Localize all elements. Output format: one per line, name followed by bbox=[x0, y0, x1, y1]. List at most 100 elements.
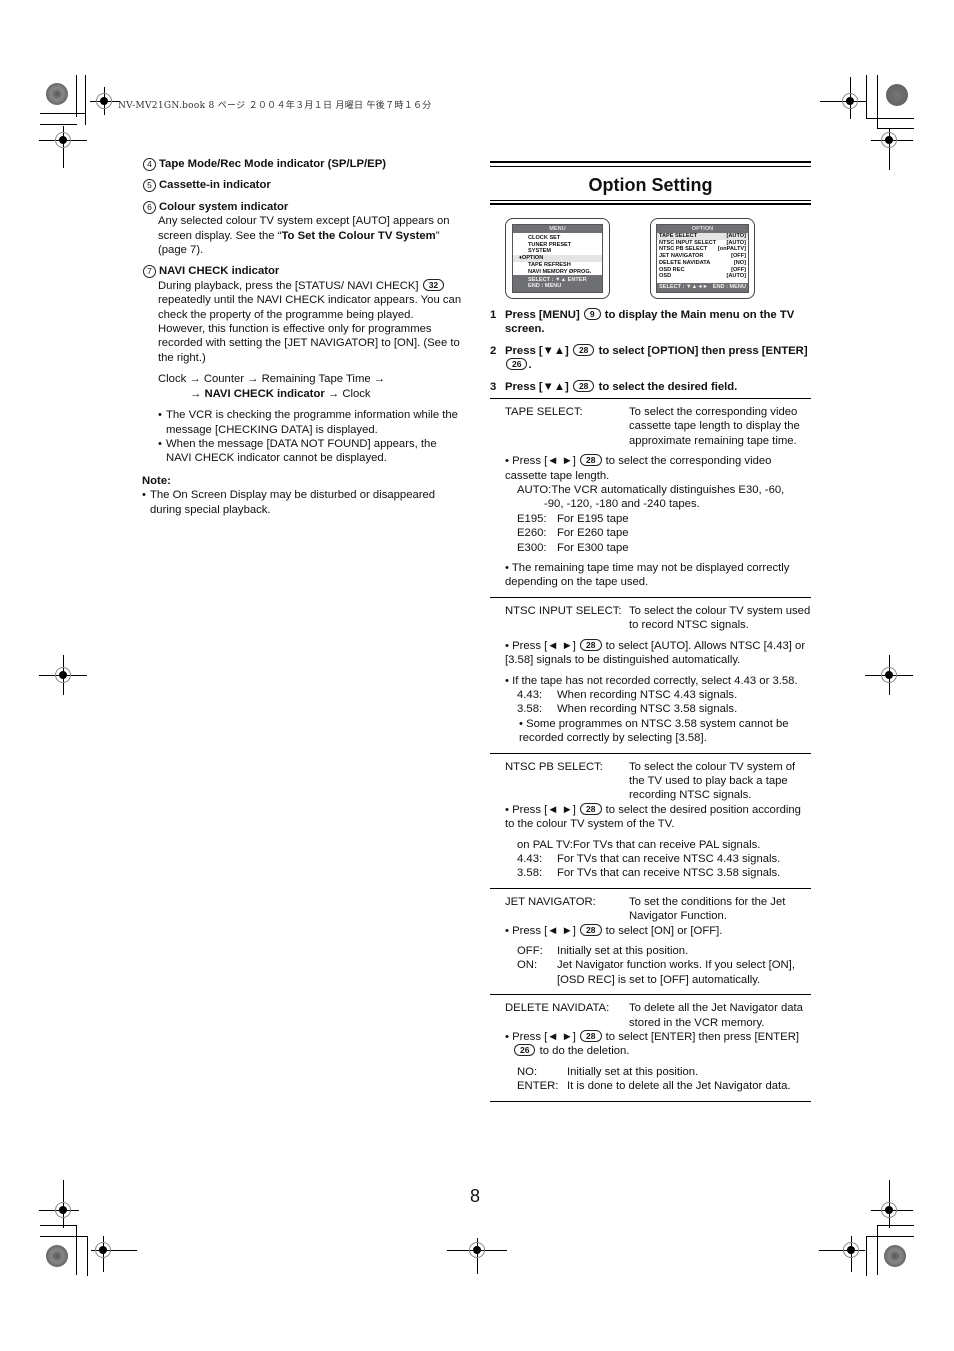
crop-mark bbox=[76, 75, 77, 117]
item-number: 4 bbox=[143, 157, 156, 171]
option-value: on PAL TV:For TVs that can receive PAL s… bbox=[517, 838, 761, 851]
item-number: 6 bbox=[143, 200, 156, 214]
indicator-item: 5 Cassette-in indicator bbox=[143, 178, 463, 193]
step-item: 1 Press [MENU] 9 to display the Main menu… bbox=[490, 308, 811, 337]
crop-mark bbox=[85, 75, 86, 125]
color-disc-icon bbox=[884, 1245, 906, 1267]
menu-item: TAPE REFRESH bbox=[528, 261, 571, 268]
button-ref-badge: 28 bbox=[572, 343, 595, 356]
option-row: OSD [AUTO] bbox=[659, 273, 746, 280]
crop-mark bbox=[877, 128, 914, 129]
menu-item: SYSTEM bbox=[528, 248, 552, 255]
option-value: 4.43: For TVs that can receive NTSC 4.43 … bbox=[517, 852, 781, 865]
section-ntsc-input-select: NTSC INPUT SELECT: To select the colour T… bbox=[490, 596, 811, 753]
option-value: AUTO:The VCR automatically distinguishes… bbox=[517, 484, 785, 497]
color-disc-icon bbox=[886, 84, 908, 106]
cross-reference-link[interactable]: To Set the Colour TV System bbox=[282, 230, 436, 242]
option-value: NO: Initially set at this position. bbox=[517, 1065, 699, 1078]
bullet-text: The VCR is checking the programme inform… bbox=[166, 409, 458, 436]
crop-mark bbox=[866, 1236, 867, 1276]
step-item: 2 Press [▼▲] 28 to select [OPTION] then p… bbox=[490, 343, 811, 373]
option-value: 3.58: For TVs that can receive NTSC 3.58 … bbox=[517, 867, 781, 880]
bullet-item: • When the message [DATA NOT FOUND] appea… bbox=[158, 437, 463, 466]
option-value: 3.58: When recording NTSC 3.58 signals. bbox=[517, 703, 738, 716]
sequence-highlight: NAVI CHECK indicator bbox=[204, 387, 325, 400]
option-row: JET NAVIGATOR [OFF] bbox=[659, 253, 746, 260]
option-value: E300: For E300 tape bbox=[517, 541, 629, 554]
press-instruction: • Press [◄ ►] 28 to select the desired p… bbox=[505, 802, 811, 832]
crop-mark bbox=[866, 118, 914, 119]
item-title: NAVI CHECK indicator bbox=[159, 265, 280, 278]
button-ref-badge: 26 bbox=[506, 358, 528, 371]
left-column: 4 Tape Mode/Rec Mode indicator (SP/LP/EP)… bbox=[142, 157, 463, 517]
option-row: NTSC PB SELECT [onPALTV] bbox=[659, 246, 746, 253]
crop-mark bbox=[877, 1225, 878, 1275]
screen-title: OPTION bbox=[657, 225, 748, 233]
option-term: NTSC PB SELECT: bbox=[505, 760, 603, 773]
button-ref-badge: 26 bbox=[514, 1044, 536, 1057]
sequence-line: Clock → Counter → Remaining Tape Time → bbox=[158, 373, 386, 386]
body-text: repeatedly until the NAVI CHECK indicato… bbox=[158, 294, 462, 364]
option-value: 4.43: When recording NTSC 4.43 signals. bbox=[517, 688, 738, 701]
tv-option-screen: OPTION TAPE SELECT [AUTO] NTSC INPUT SELE… bbox=[650, 218, 755, 299]
press-instruction: • Press [◄ ►] 28 to select the correspon… bbox=[505, 454, 811, 483]
item-title: Colour system indicator bbox=[159, 200, 289, 213]
crop-mark bbox=[877, 75, 878, 129]
screen-footer: END : MENU bbox=[528, 283, 562, 290]
indicator-item: 6 Colour system indicator Any selected co… bbox=[143, 200, 463, 258]
button-ref-badge: 9 bbox=[583, 308, 601, 320]
button-ref-badge: 28 bbox=[580, 638, 602, 651]
press-text: • Press [◄ ►] bbox=[505, 455, 576, 468]
display-sequence: Clock → Counter → Remaining Tape Time → … bbox=[143, 372, 463, 401]
crop-mark bbox=[877, 1225, 914, 1226]
step-number: 3 bbox=[490, 380, 497, 393]
step-text: Press [▼▲] bbox=[505, 344, 569, 357]
step-text: . bbox=[528, 359, 532, 372]
option-desc: To select the colour TV system of the TV… bbox=[629, 760, 796, 802]
step-number: 1 bbox=[490, 309, 497, 321]
option-term: TAPE SELECT: bbox=[505, 406, 583, 418]
item-body: Any selected colour TV system except [AU… bbox=[143, 214, 463, 257]
option-value: E195: For E195 tape bbox=[517, 512, 629, 525]
screen-footer: SELECT : ▼▲ ENTER bbox=[528, 276, 587, 283]
crop-mark bbox=[40, 1236, 88, 1237]
arrow: → bbox=[190, 387, 205, 400]
menu-item: TUNER PRESET bbox=[528, 241, 572, 248]
button-ref-badge: 28 bbox=[580, 1030, 602, 1043]
bullet-item: • The VCR is checking the programme infor… bbox=[158, 408, 463, 437]
tv-menu-screen: MENU CLOCK SET TUNER PRESET SYSTEM ♦OPTI… bbox=[505, 218, 610, 299]
bullet-list: • The VCR is checking the programme infor… bbox=[143, 408, 463, 466]
indicator-item: 7 NAVI CHECK indicator During playback, p… bbox=[143, 264, 463, 465]
option-note: • The remaining tape time may not be dis… bbox=[505, 562, 790, 589]
body-text: During playback, press the [STATUS/ NAVI… bbox=[158, 279, 419, 292]
press-text: • Press [◄ ►] bbox=[505, 803, 576, 816]
menu-item: CLOCK SET bbox=[528, 235, 561, 241]
option-row: TAPE SELECT [AUTO] bbox=[657, 233, 748, 240]
press-text: to do the deletion. bbox=[539, 1045, 630, 1058]
menu-item-selected: ♦OPTION bbox=[513, 255, 602, 262]
crop-mark bbox=[40, 113, 86, 114]
step-text: to select the desired field. bbox=[598, 380, 738, 393]
option-desc: To select the corresponding video casset… bbox=[629, 406, 800, 447]
option-value: OFF: Initially set at this position. bbox=[517, 945, 689, 957]
press-instruction: • Press [◄ ►] 28 to select [ENTER] then … bbox=[505, 1030, 811, 1059]
option-note: • Some programmes on NTSC 3.58 system ca… bbox=[519, 717, 789, 745]
press-text: • Press [◄ ►] bbox=[505, 924, 576, 937]
crop-mark bbox=[40, 124, 77, 125]
screen-title: MENU bbox=[513, 225, 602, 233]
option-value: -90, -120, -180 and -240 tapes. bbox=[544, 498, 700, 511]
step-text: to select [OPTION] then press [ENTER] bbox=[598, 344, 808, 357]
option-value: ENTER: It is done to delete all the Jet N… bbox=[517, 1080, 791, 1093]
step-list: 1 Press [MENU] 9 to display the Main menu… bbox=[490, 308, 811, 401]
option-term: NTSC INPUT SELECT: bbox=[505, 604, 622, 617]
item-number: 5 bbox=[143, 179, 156, 193]
crop-mark bbox=[87, 1236, 88, 1276]
option-term: DELETE NAVIDATA: bbox=[505, 1002, 610, 1015]
item-title: Cassette-in indicator bbox=[159, 179, 271, 192]
press-text: • Press [◄ ►] bbox=[505, 1031, 576, 1044]
section-tape-select: TAPE SELECT: To select the corresponding … bbox=[490, 398, 811, 597]
note-bullet: • The On Screen Display may be disturbed … bbox=[142, 488, 463, 517]
indicator-item: 4 Tape Mode/Rec Mode indicator (SP/LP/EP) bbox=[143, 157, 463, 171]
option-sections: TAPE SELECT: To select the corresponding … bbox=[490, 398, 811, 1102]
option-value: E260: For E260 tape bbox=[517, 527, 629, 540]
